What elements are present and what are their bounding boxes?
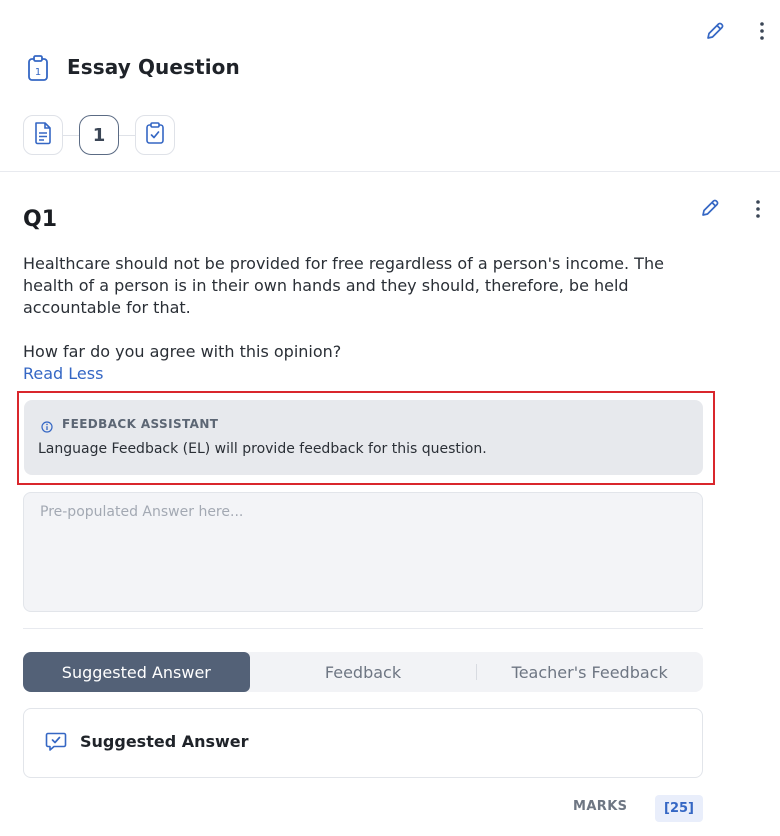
tab-suggested-answer[interactable]: Suggested Answer (23, 652, 250, 692)
section-divider (0, 171, 780, 172)
step-document[interactable] (23, 115, 63, 155)
marks-value-badge: [25] (655, 795, 703, 822)
marks-label: MARKS (573, 799, 628, 814)
question-more-options-icon[interactable] (750, 198, 766, 220)
more-options-icon[interactable] (754, 20, 770, 42)
question-body: Healthcare should not be provided for fr… (23, 253, 703, 363)
info-icon (41, 418, 53, 433)
answer-tabs: Suggested Answer Feedback Teacher's Feed… (23, 652, 703, 692)
page-title: Essay Question (67, 55, 240, 79)
suggested-answer-title: Suggested Answer (80, 732, 249, 751)
stepper-connector (119, 135, 135, 136)
question-title: Q1 (23, 207, 58, 232)
feedback-assistant-panel (24, 400, 703, 475)
section-divider (23, 628, 703, 629)
document-icon (33, 121, 53, 149)
answer-input[interactable] (23, 492, 703, 612)
stepper-connector (63, 135, 79, 136)
tab-teachers-feedback[interactable]: Teacher's Feedback (476, 652, 703, 692)
tab-label: Feedback (324, 662, 402, 682)
step-review[interactable] (135, 115, 175, 155)
feedback-assistant-title: FEEDBACK ASSISTANT (62, 417, 219, 431)
edit-question-icon[interactable] (699, 197, 721, 219)
clipboard-number-icon: 1 (26, 54, 50, 82)
feedback-assistant-text: Language Feedback (EL) will provide feed… (38, 441, 487, 457)
read-less-link[interactable]: Read Less (23, 363, 103, 385)
chat-check-icon (45, 730, 67, 752)
edit-pencil-icon[interactable] (704, 20, 726, 42)
tab-feedback[interactable]: Feedback (250, 652, 477, 692)
step-question-1[interactable]: 1 (79, 115, 119, 155)
clipboard-check-icon (144, 121, 166, 149)
tab-label: Teacher's Feedback (511, 662, 668, 682)
tab-separator (476, 664, 478, 680)
svg-text:1: 1 (35, 67, 41, 78)
step-number: 1 (92, 124, 106, 146)
question-prompt: How far do you agree with this opinion? (23, 342, 342, 361)
question-paragraph: Healthcare should not be provided for fr… (23, 254, 664, 317)
